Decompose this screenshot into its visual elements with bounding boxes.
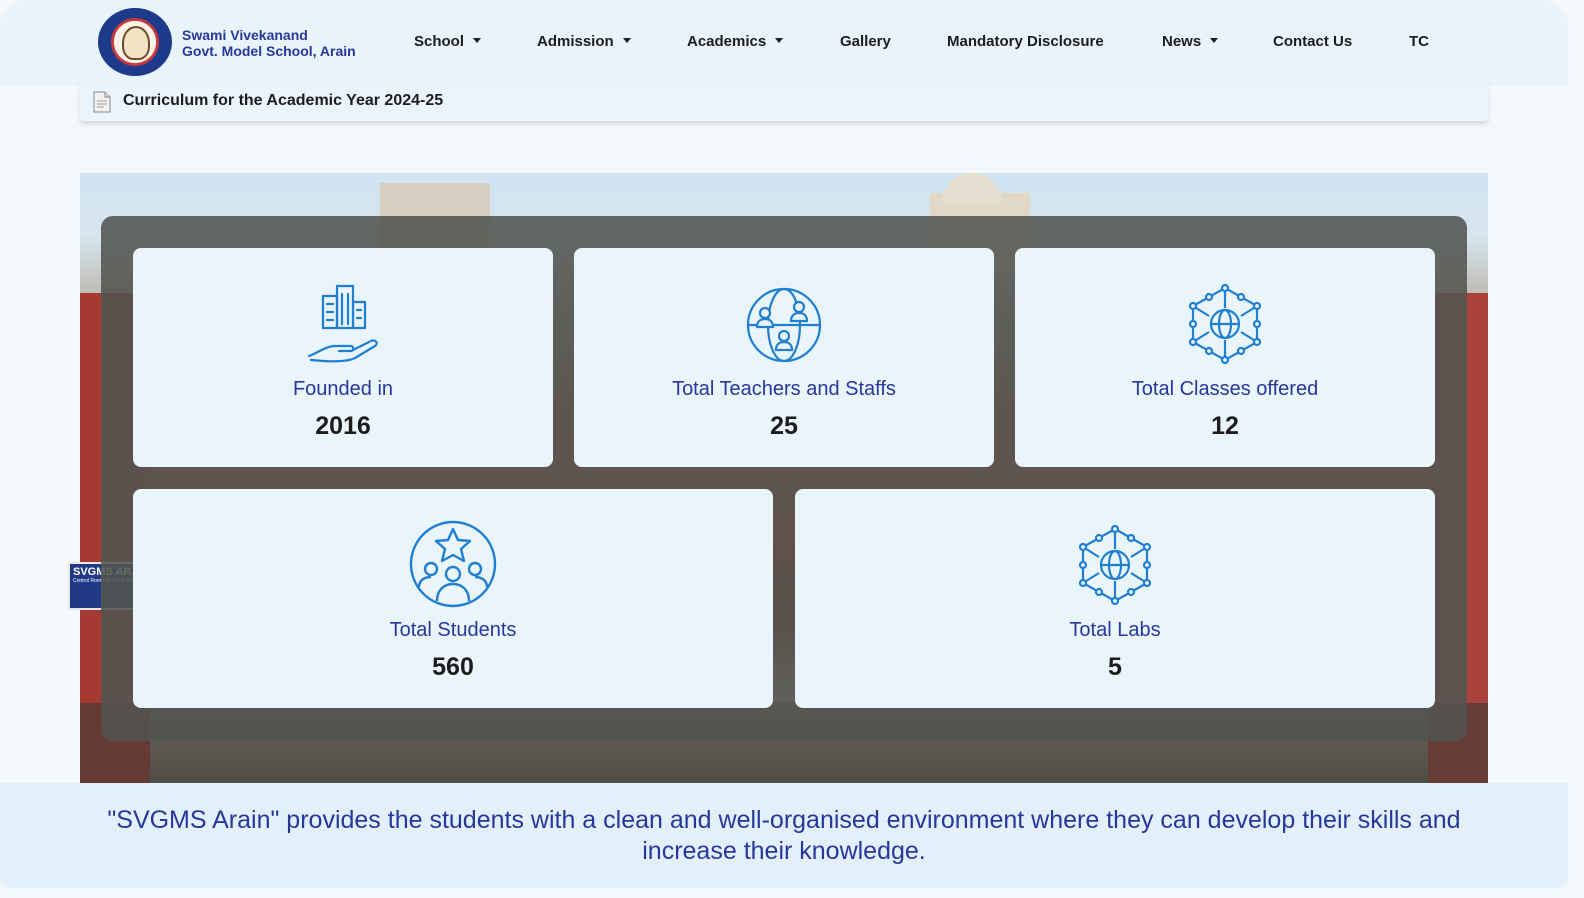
nav-mandatory-disclosure[interactable]: Mandatory Disclosure: [947, 33, 1104, 50]
nav-news[interactable]: News: [1162, 33, 1219, 50]
tagline-text: "SVGMS Arain" provides the students with…: [107, 806, 1461, 865]
stat-value: 25: [770, 412, 798, 440]
nav-contact-us[interactable]: Contact Us: [1273, 33, 1352, 50]
main-nav: School Admission Academics Gallery Manda…: [0, 33, 1568, 53]
stat-label: Total Students: [389, 619, 517, 641]
globe-people-icon: [746, 287, 822, 363]
notice-bar: Curriculum for the Academic Year 2024-25: [80, 84, 1488, 122]
nav-school[interactable]: School: [414, 33, 482, 50]
nav-academics[interactable]: Academics: [687, 33, 784, 50]
stat-label: Total Classes offered: [1131, 378, 1319, 400]
network-globe-icon: [1188, 284, 1262, 364]
stat-card-labs: Total Labs 5: [795, 489, 1435, 708]
stat-card-classes: Total Classes offered 12: [1015, 248, 1435, 467]
notice-link[interactable]: Curriculum for the Academic Year 2024-25: [123, 92, 443, 110]
tagline-band: "SVGMS Arain" provides the students with…: [0, 783, 1568, 888]
stat-value: 2016: [315, 412, 371, 440]
building-hand-icon: [307, 284, 378, 363]
chevron-down-icon: [1210, 38, 1219, 43]
chevron-down-icon: [473, 38, 482, 43]
stat-label: Founded in: [292, 378, 394, 400]
stat-card-teachers: Total Teachers and Staffs 25: [574, 248, 994, 467]
stat-value: 5: [1108, 653, 1122, 681]
network-globe-icon: [1078, 525, 1152, 605]
stat-value: 560: [432, 653, 474, 681]
site-header: Swami Vivekanand Govt. Model School, Ara…: [0, 0, 1568, 86]
stat-label: Total Teachers and Staffs: [672, 378, 896, 400]
stat-label: Total Labs: [1069, 619, 1161, 641]
students-star-icon: [409, 520, 497, 608]
document-icon: [93, 91, 111, 113]
nav-tc[interactable]: TC: [1409, 33, 1429, 50]
nav-admission[interactable]: Admission: [537, 33, 631, 50]
stat-card-students: Total Students 560: [133, 489, 773, 708]
chevron-down-icon: [622, 38, 631, 43]
nav-gallery[interactable]: Gallery: [840, 33, 891, 50]
stat-card-founded: Founded in 2016: [133, 248, 553, 467]
chevron-down-icon: [775, 38, 784, 43]
stat-value: 12: [1211, 412, 1239, 440]
